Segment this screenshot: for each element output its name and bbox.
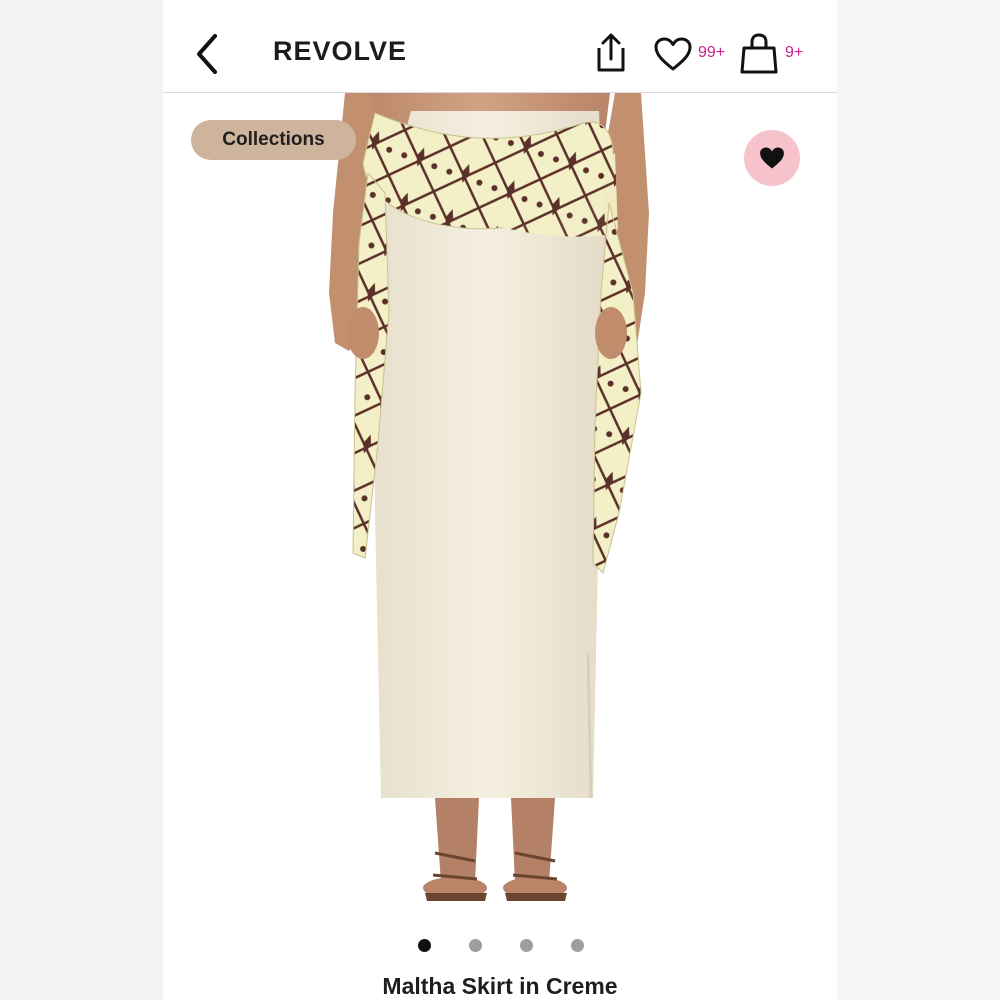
product-photo-illustration (329, 93, 649, 901)
chevron-left-icon (197, 34, 217, 74)
carousel-dot[interactable] (520, 939, 533, 952)
brand-logo[interactable]: REVOLVE (273, 36, 407, 67)
product-screen: REVOLVE 99+ 9+ Collections Maltha Skirt … (163, 0, 837, 1000)
left-background (0, 0, 163, 1000)
shopping-bag-button[interactable] (739, 32, 779, 76)
product-title: Maltha Skirt in Creme (382, 973, 618, 999)
wishlist-count-badge: 99+ (698, 44, 726, 61)
heart-filled-icon (760, 147, 784, 169)
wishlist-button[interactable] (653, 36, 693, 72)
carousel-indicator (163, 936, 837, 956)
shopping-bag-icon (740, 33, 778, 74)
top-bar: REVOLVE 99+ 9+ (163, 0, 837, 93)
back-button[interactable] (191, 32, 225, 76)
right-background (837, 0, 1000, 1000)
collections-button[interactable]: Collections (191, 120, 356, 160)
share-icon (597, 33, 625, 72)
favorite-button[interactable] (744, 130, 800, 186)
bag-count-badge: 9+ (785, 44, 804, 61)
share-button[interactable] (593, 32, 629, 74)
carousel-dot[interactable] (418, 939, 431, 952)
product-image[interactable] (163, 93, 837, 923)
heart-outline-icon (654, 37, 692, 71)
carousel-dot[interactable] (469, 939, 482, 952)
carousel-dot[interactable] (571, 939, 584, 952)
